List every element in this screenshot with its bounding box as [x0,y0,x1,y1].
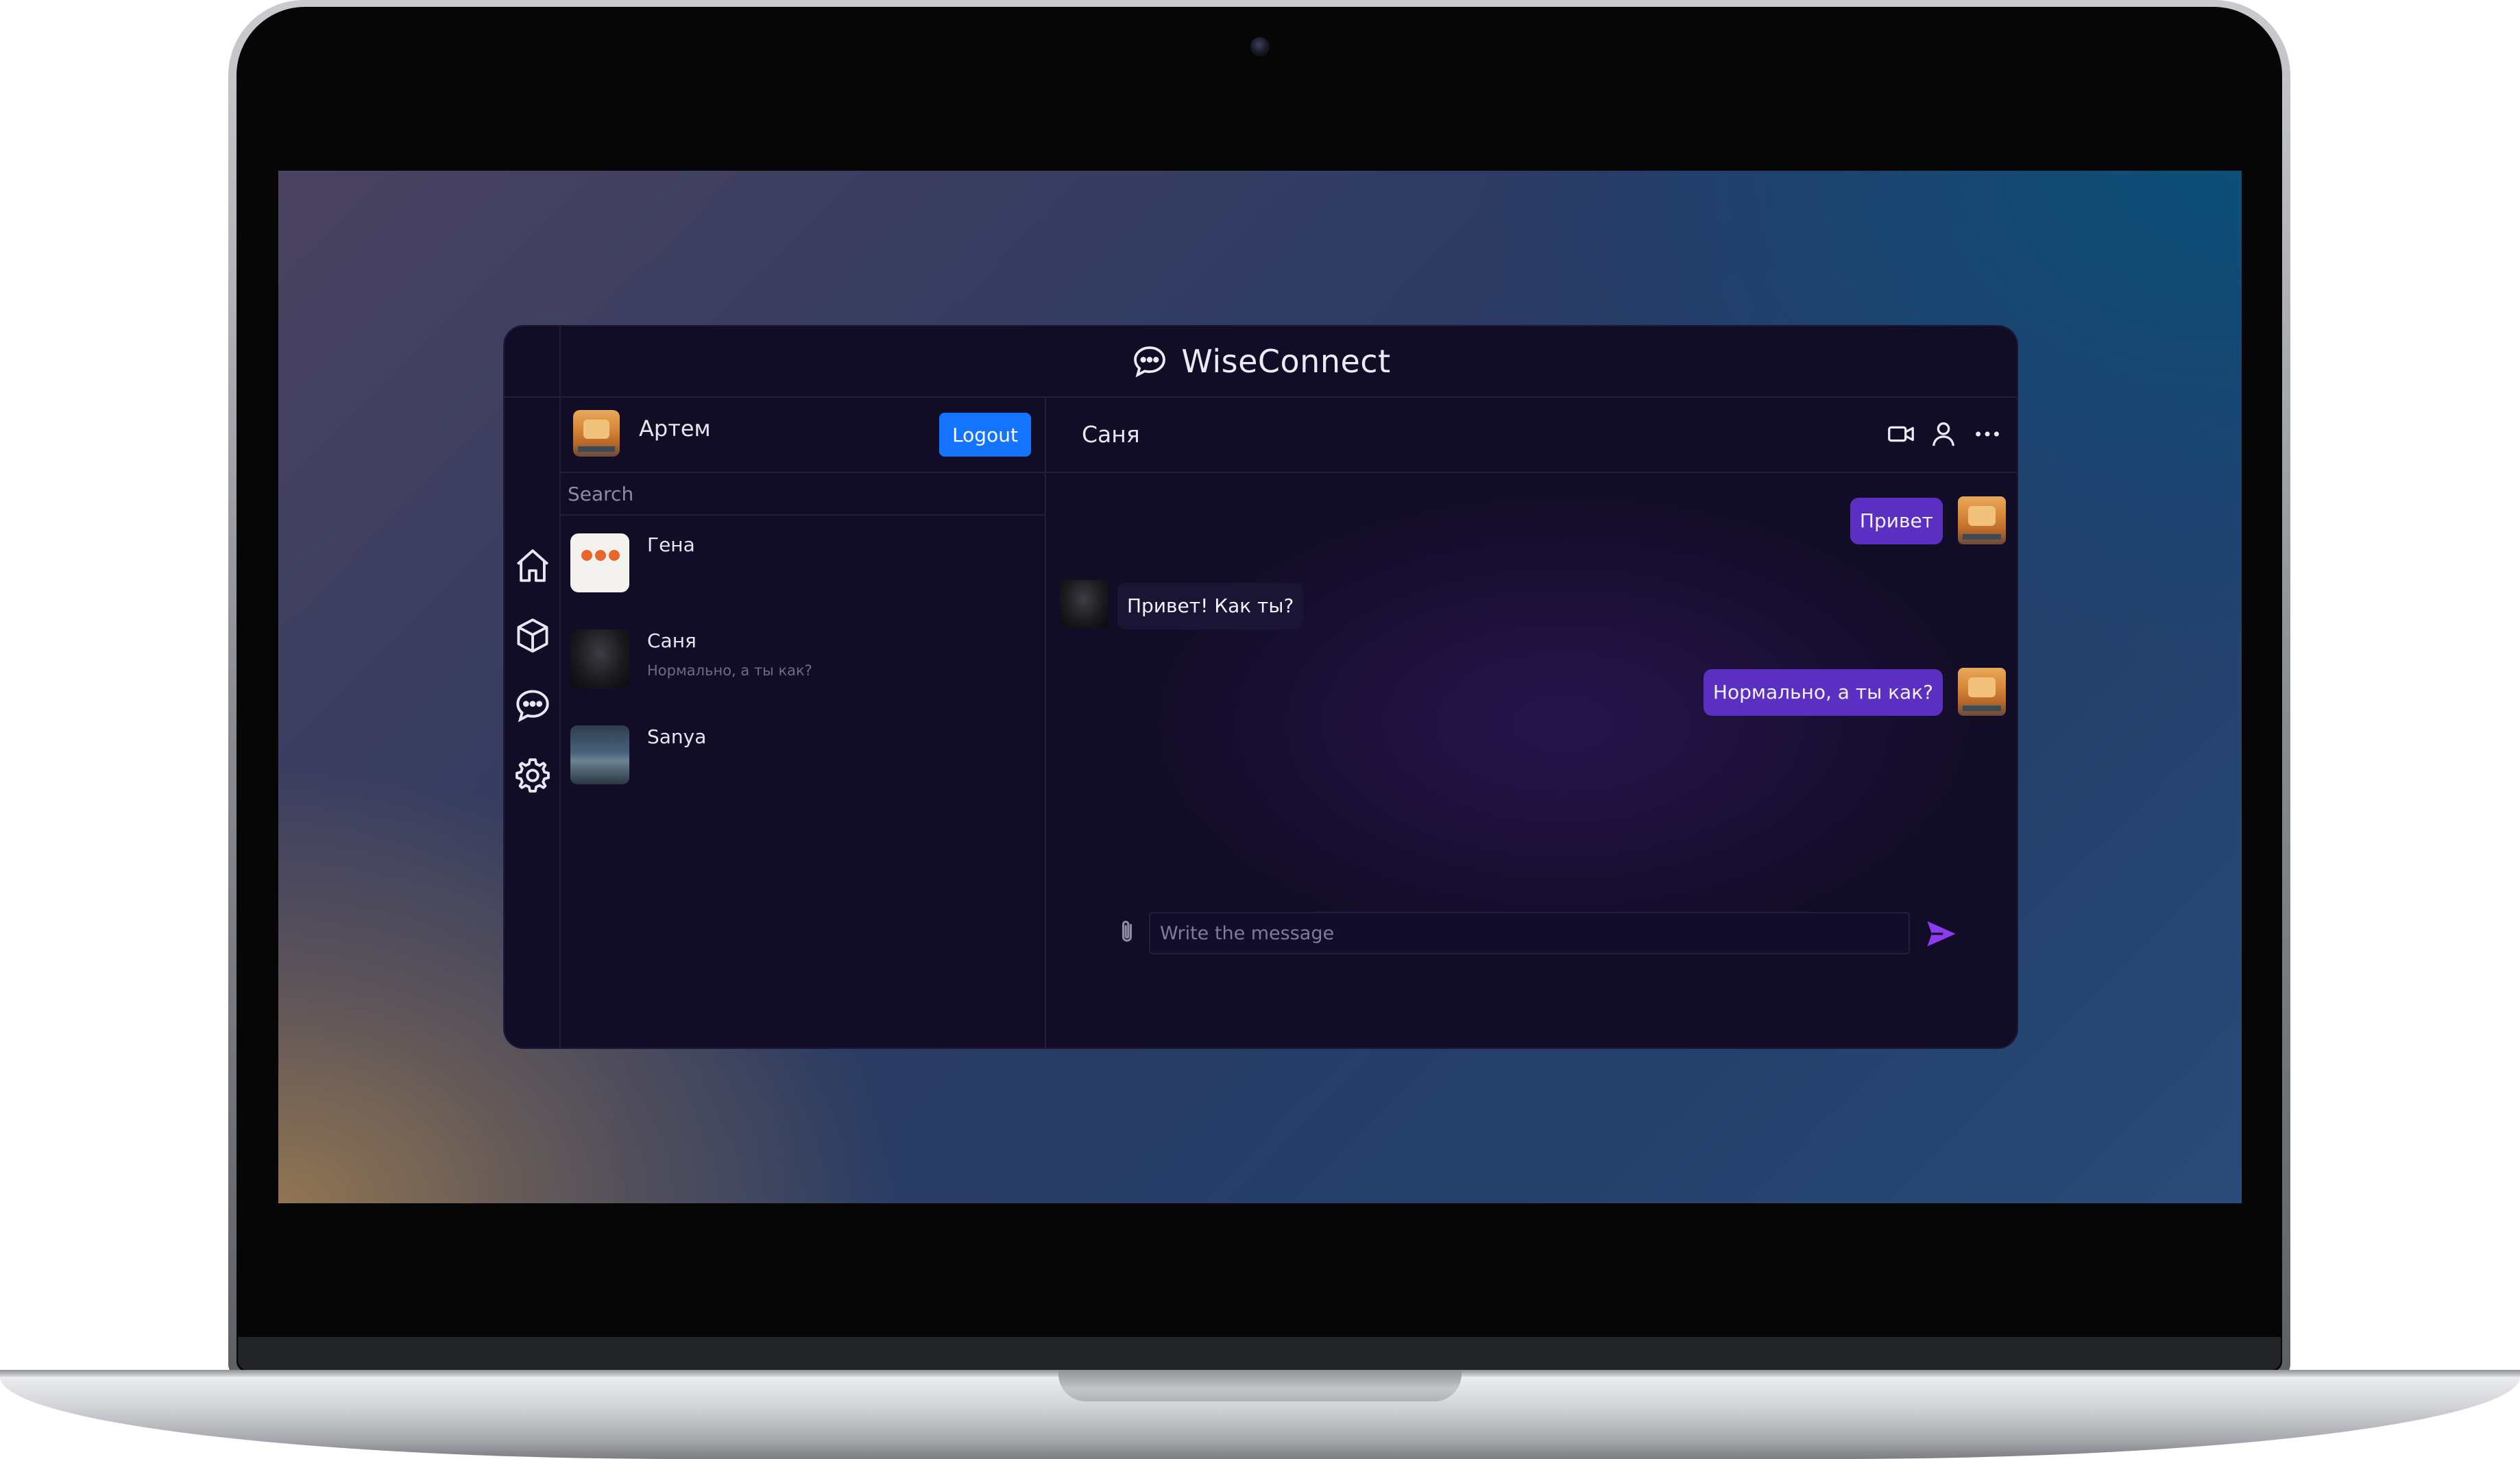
avatar [1958,496,2006,544]
avatar [570,533,629,592]
app-header: WiseConnect [505,326,2017,398]
list-item[interactable]: Саня Нормально, а ты как? [561,623,1046,719]
laptop-opening-notch [1058,1370,1462,1401]
chat-title: Саня [1082,421,1140,448]
message-bubble-incoming: Привет! Как ты? [1117,583,1304,629]
message-input[interactable] [1149,912,1910,954]
webcam-icon [1250,37,1270,56]
chat-header: Саня [1046,398,2017,473]
more-icon[interactable] [1972,418,2003,450]
contacts-sidebar: Артем Logout Гена Саня Нормально, а ты к… [561,398,1046,1048]
gear-icon[interactable] [513,756,553,795]
contact-name: Sanya [647,725,707,748]
avatar [1958,668,2006,716]
cube-icon[interactable] [513,616,553,655]
user-icon[interactable] [1928,418,1959,450]
chat-pane: Саня Привет Привет! Как ты? Нормально, а… [1046,398,2017,1048]
avatar [570,725,629,784]
app-title: WiseConnect [1181,343,1391,380]
send-icon[interactable] [1924,916,1959,952]
chat-bubble-icon [1130,342,1169,381]
paperclip-icon[interactable] [1112,917,1142,948]
video-camera-icon[interactable] [1885,418,1917,450]
contact-preview: Нормально, а ты как? [647,662,812,679]
chat-icon[interactable] [513,686,553,725]
message-bubble-outgoing: Привет [1850,498,1943,544]
contact-name: Саня [647,629,696,652]
avatar [1060,580,1108,628]
message-bubble-outgoing: Нормально, а ты как? [1703,669,1943,716]
profile-bar: Артем Logout [561,398,1045,473]
laptop-mockup: WiseConnect Артем Logout Гена Саня Норма… [0,0,2520,1459]
app-window: WiseConnect Артем Logout Гена Саня Норма… [503,325,2018,1049]
avatar [570,629,629,688]
avatar[interactable] [573,410,620,457]
logout-button[interactable]: Logout [939,413,1031,457]
profile-name: Артем [639,415,711,442]
contact-name: Гена [647,533,695,556]
list-item[interactable]: Sanya [561,719,1046,815]
home-icon[interactable] [513,546,553,586]
nav-rail [505,326,561,1048]
search-input[interactable] [561,473,1046,516]
list-item[interactable]: Гена [561,527,1046,623]
bezel-bottom [238,1337,2281,1370]
